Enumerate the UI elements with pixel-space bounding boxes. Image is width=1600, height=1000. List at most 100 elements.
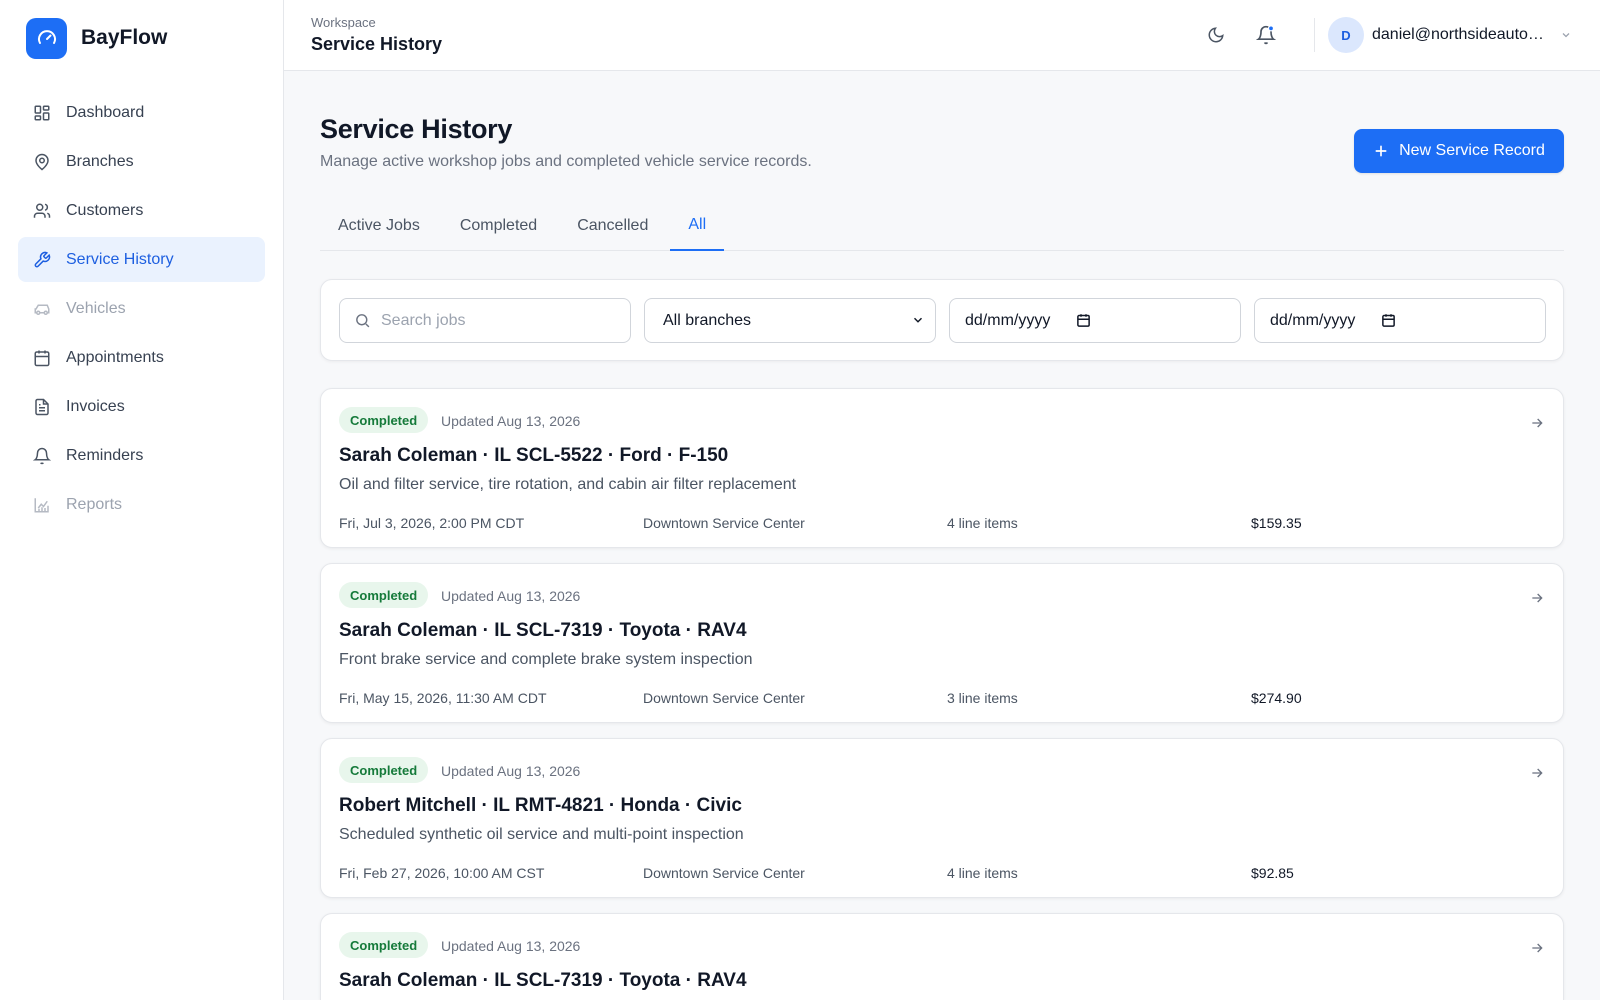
- chevron-down-icon: [911, 313, 925, 332]
- date-to-placeholder: dd/mm/yyyy: [1270, 311, 1356, 329]
- job-total: $92.85: [1251, 865, 1294, 881]
- status-badge: Completed: [339, 757, 429, 783]
- page-subtitle: Manage active workshop jobs and complete…: [320, 153, 812, 170]
- bell-icon: [32, 446, 52, 466]
- sidebar-item-dashboard[interactable]: Dashboard: [18, 90, 265, 135]
- sidebar-item-vehicles[interactable]: Vehicles: [18, 286, 265, 331]
- sidebar-item-label: Reminders: [66, 446, 144, 464]
- job-description: Oil and filter service, tire rotation, a…: [339, 476, 797, 493]
- search-input[interactable]: Search jobs: [339, 298, 631, 343]
- job-title: Sarah Coleman · IL SCL-7319 · Toyota · R…: [339, 970, 747, 991]
- arrow-right-icon[interactable]: [1529, 590, 1545, 606]
- top-header: Workspace Service History D daniel@north…: [284, 0, 1600, 71]
- sidebar-item-label: Vehicles: [66, 299, 126, 317]
- sidebar: BayFlow Dashboard Branches Customers Ser…: [0, 0, 284, 1000]
- moon-icon[interactable]: [1204, 23, 1228, 47]
- tab-cancelled[interactable]: Cancelled: [559, 204, 666, 251]
- branch-select-value: All branches: [663, 311, 752, 329]
- new-service-record-label: New Service Record: [1399, 142, 1545, 159]
- bar-chart-icon: [32, 495, 52, 515]
- sidebar-item-reminders[interactable]: Reminders: [18, 433, 265, 478]
- sidebar-item-service-history[interactable]: Service History: [18, 237, 265, 282]
- date-from-placeholder: dd/mm/yyyy: [965, 311, 1051, 329]
- updated-date: Updated Aug 13, 2026: [441, 763, 581, 779]
- sidebar-item-label: Appointments: [66, 348, 164, 366]
- job-card[interactable]: Completed Updated Aug 13, 2026 Robert Mi…: [320, 738, 1564, 898]
- job-line-items: 4 line items: [947, 865, 1018, 881]
- date-from-input[interactable]: dd/mm/yyyy: [949, 298, 1241, 343]
- sidebar-item-label: Branches: [66, 152, 134, 170]
- updated-date: Updated Aug 13, 2026: [441, 588, 581, 604]
- brand-name: BayFlow: [81, 26, 168, 49]
- sidebar-item-customers[interactable]: Customers: [18, 188, 265, 233]
- job-description: Scheduled synthetic oil service and mult…: [339, 826, 744, 843]
- filter-bar: Search jobs All branches dd/mm/yyyy dd/m…: [320, 279, 1564, 361]
- branch-select[interactable]: All branches: [644, 298, 936, 343]
- updated-date: Updated Aug 13, 2026: [441, 413, 581, 429]
- status-badge: Completed: [339, 407, 429, 433]
- sidebar-item-label: Service History: [66, 250, 174, 268]
- job-line-items: 3 line items: [947, 690, 1018, 706]
- job-title: Sarah Coleman · IL SCL-5522 · Ford · F-1…: [339, 445, 729, 466]
- arrow-right-icon[interactable]: [1529, 765, 1545, 781]
- breadcrumb-parent: Workspace: [311, 15, 376, 30]
- car-icon: [32, 299, 52, 319]
- job-card[interactable]: Completed Updated Aug 13, 2026 Sarah Col…: [320, 388, 1564, 548]
- tab-completed[interactable]: Completed: [442, 204, 555, 251]
- gauge-icon: [26, 17, 67, 59]
- notification-bell-icon[interactable]: [1254, 23, 1278, 47]
- job-date: Fri, May 15, 2026, 11:30 AM CDT: [339, 690, 547, 706]
- status-badge: Completed: [339, 582, 429, 608]
- calendar-icon: [32, 348, 52, 368]
- map-pin-icon: [32, 152, 52, 172]
- arrow-right-icon[interactable]: [1529, 415, 1545, 431]
- status-badge: Completed: [339, 932, 429, 958]
- dashboard-grid-icon: [32, 103, 52, 123]
- user-email: daniel@northsideautoservice.com: [1372, 26, 1550, 43]
- sidebar-item-branches[interactable]: Branches: [18, 139, 265, 184]
- sidebar-item-label: Dashboard: [66, 103, 145, 121]
- sidebar-item-label: Reports: [66, 495, 123, 513]
- job-card[interactable]: Completed Updated Aug 13, 2026 Sarah Col…: [320, 563, 1564, 723]
- job-branch: Downtown Service Center: [643, 865, 805, 881]
- sidebar-item-label: Customers: [66, 201, 144, 219]
- job-description: Front brake service and complete brake s…: [339, 651, 753, 668]
- job-title: Sarah Coleman · IL SCL-7319 · Toyota · R…: [339, 620, 747, 641]
- brand[interactable]: BayFlow: [0, 0, 283, 76]
- sidebar-item-reports[interactable]: Reports: [18, 482, 265, 527]
- job-line-items: 4 line items: [947, 515, 1018, 531]
- wrench-icon: [32, 250, 52, 270]
- users-icon: [32, 201, 52, 221]
- avatar: D: [1328, 17, 1364, 53]
- header-divider: [1314, 18, 1315, 52]
- sidebar-item-appointments[interactable]: Appointments: [18, 335, 265, 380]
- job-date: Fri, Jul 3, 2026, 2:00 PM CDT: [339, 515, 525, 531]
- calendar-icon[interactable]: [1381, 313, 1396, 328]
- sidebar-nav: Dashboard Branches Customers Service His…: [0, 90, 283, 527]
- search-icon: [354, 312, 371, 329]
- file-text-icon: [32, 397, 52, 417]
- job-card[interactable]: Completed Updated Aug 13, 2026 Sarah Col…: [320, 913, 1564, 1000]
- tab-all[interactable]: All: [670, 204, 725, 251]
- job-date: Fri, Feb 27, 2026, 10:00 AM CST: [339, 865, 545, 881]
- job-title: Robert Mitchell · IL RMT-4821 · Honda · …: [339, 795, 742, 816]
- search-placeholder: Search jobs: [381, 311, 466, 329]
- user-menu[interactable]: D daniel@northsideautoservice.com: [1328, 17, 1572, 53]
- breadcrumb-title: Service History: [311, 34, 443, 54]
- updated-date: Updated Aug 13, 2026: [441, 938, 581, 954]
- plus-icon: [1373, 143, 1389, 159]
- new-service-record-button[interactable]: New Service Record: [1354, 129, 1564, 173]
- job-branch: Downtown Service Center: [643, 690, 805, 706]
- calendar-icon[interactable]: [1076, 313, 1091, 328]
- status-tabs: Active Jobs Completed Cancelled All: [320, 204, 1564, 251]
- chevron-down-icon: [1560, 29, 1572, 41]
- tab-active-jobs[interactable]: Active Jobs: [320, 204, 438, 251]
- sidebar-item-label: Invoices: [66, 397, 125, 415]
- job-branch: Downtown Service Center: [643, 515, 805, 531]
- job-total: $274.90: [1251, 690, 1302, 706]
- date-to-input[interactable]: dd/mm/yyyy: [1254, 298, 1546, 343]
- job-total: $159.35: [1251, 515, 1302, 531]
- sidebar-item-invoices[interactable]: Invoices: [18, 384, 265, 429]
- page-title: Service History: [320, 114, 513, 144]
- arrow-right-icon[interactable]: [1529, 940, 1545, 956]
